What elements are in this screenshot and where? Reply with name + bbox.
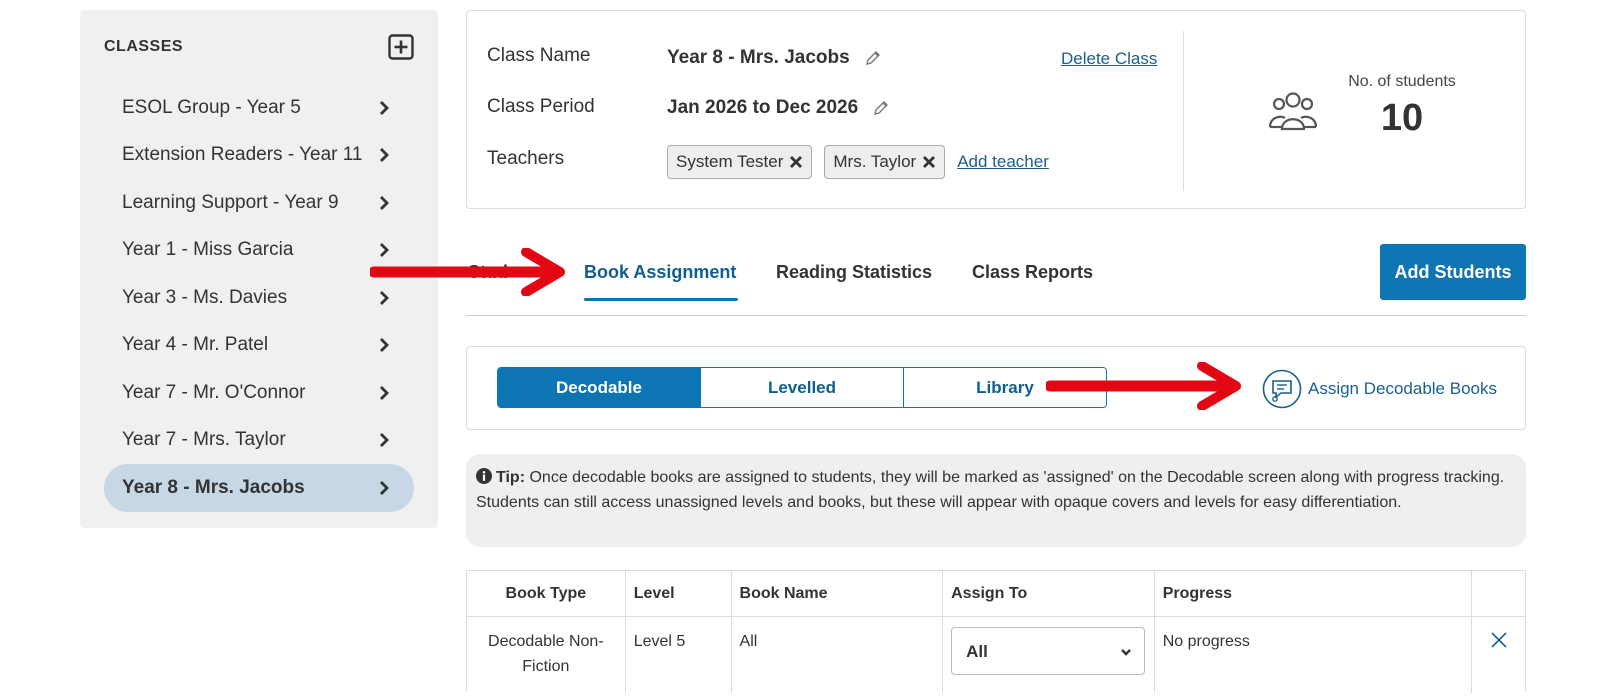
chevron-right-icon [380,480,389,495]
sidebar-item-year-8-mrs-jacobs[interactable]: Year 8 - Mrs. Jacobs [104,464,414,512]
delete-class-link[interactable]: Delete Class [1061,49,1157,69]
assign-to-select[interactable]: All [951,627,1146,675]
class-list: ESOL Group - Year 5 Extension Readers - … [104,84,414,512]
sidebar-item-label: ESOL Group - Year 5 [122,96,301,118]
chevron-right-icon [380,100,389,115]
chevron-down-icon [1121,649,1131,656]
tab-book-assignment[interactable]: Book Assignment [584,262,736,283]
tab-reading-statistics[interactable]: Reading Statistics [776,262,932,283]
sidebar-item-year-4-mr-patel[interactable]: Year 4 - Mr. Patel [104,322,414,370]
chevron-right-icon [380,148,389,163]
close-icon[interactable] [922,155,936,169]
annotation-arrow-icon [370,248,565,296]
book-type-segmented-control: Decodable Levelled Library [497,367,1107,408]
sidebar-item-year-3-ms-davies[interactable]: Year 3 - Ms. Davies [104,274,414,322]
assign-to-selected-value: All [966,641,988,661]
pencil-icon[interactable] [872,99,890,117]
assign-books-label: Assign Decodable Books [1307,379,1497,398]
tab-class-reports[interactable]: Class Reports [972,262,1093,283]
plus-square-icon[interactable] [388,34,414,60]
column-header-book-type: Book Type [505,584,587,602]
students-count-label: No. of students [1348,73,1456,90]
cell-book-type: Decodable Non-Fiction [488,633,604,675]
class-period-label: Class Period [487,96,595,117]
class-name-row: Year 8 - Mrs. Jacobs [667,47,882,69]
class-name-value: Year 8 - Mrs. Jacobs [667,47,850,68]
sidebar-title: CLASSES [104,38,184,55]
chevron-right-icon [380,338,389,353]
sidebar-item-year-7-mr-oconnor[interactable]: Year 7 - Mr. O'Connor [104,369,414,417]
pencil-icon[interactable] [864,49,882,67]
tip-text: Once decodable books are assigned to stu… [476,469,1505,511]
class-tabs: Stud Book Assignment Reading Statistics … [466,238,1526,316]
assign-books-icon [1262,369,1302,409]
class-period-row: Jan 2026 to Dec 2026 [667,97,890,119]
annotation-arrow-icon [1046,362,1241,410]
column-header-level: Level [624,571,731,616]
book-assignment-table: Book Type Level Book Name Assign To Prog… [466,570,1526,693]
segment-levelled[interactable]: Levelled [700,368,903,407]
students-count-value: 10 [1380,97,1424,139]
cell-book-name: All [730,617,943,693]
class-name-label: Class Name [487,45,591,66]
class-period-value: Jan 2026 to Dec 2026 [667,97,859,118]
teacher-chip-label: System Tester [676,152,784,171]
sidebar-item-label: Year 4 - Mr. Patel [122,334,269,356]
column-header-actions [1471,571,1525,616]
cell-level: Level 5 [624,617,731,693]
assign-decodable-books-button[interactable]: Assign Decodable Books [1262,369,1497,409]
sidebar-item-label: Year 1 - Miss Garcia [122,239,294,261]
active-tab-indicator [584,298,738,301]
sidebar-header: CLASSES [104,34,414,64]
table-row: Decodable Non-Fiction Level 5 All All No… [467,617,1525,693]
teachers-row: System Tester Mrs. Taylor Add teacher [667,145,1049,179]
book-type-panel: Decodable Levelled Library Assign Decoda… [466,346,1526,430]
chevron-right-icon [380,195,389,210]
column-header-assign-to: Assign To [942,571,1154,616]
sidebar-item-esol-group-year-5[interactable]: ESOL Group - Year 5 [104,84,414,132]
sidebar-item-extension-readers-year-11[interactable]: Extension Readers - Year 11 [104,132,414,180]
cell-actions [1471,617,1525,693]
sidebar-item-label: Year 7 - Mrs. Taylor [122,429,286,451]
add-teacher-link[interactable]: Add teacher [957,152,1049,172]
teacher-chip: System Tester [667,145,813,179]
close-icon[interactable] [789,155,803,169]
sidebar-item-year-7-mrs-taylor[interactable]: Year 7 - Mrs. Taylor [104,417,414,465]
sidebar-item-year-1-miss-garcia[interactable]: Year 1 - Miss Garcia [104,227,414,275]
info-divider [1183,31,1184,191]
add-students-button[interactable]: Add Students [1380,244,1526,300]
students-group-icon [1268,92,1318,131]
class-info-card: Class Name Year 8 - Mrs. Jacobs Delete C… [466,10,1526,209]
info-icon [476,468,492,484]
sidebar-item-label: Year 7 - Mr. O'Connor [122,381,306,403]
chevron-right-icon [380,385,389,400]
teachers-label: Teachers [487,148,565,169]
cell-assign-to: All [942,617,1154,693]
table-header-row: Book Type Level Book Name Assign To Prog… [467,571,1525,617]
sidebar-item-learning-support-year-9[interactable]: Learning Support - Year 9 [104,179,414,227]
column-header-book-name: Book Name [730,571,943,616]
chevron-right-icon [380,433,389,448]
teacher-chip-label: Mrs. Taylor [833,152,917,171]
tip-label: Tip: [496,469,526,486]
column-header-progress: Progress [1153,571,1471,616]
sidebar-item-label: Learning Support - Year 9 [122,191,339,213]
sidebar-item-label: Extension Readers - Year 11 [122,144,363,166]
cell-progress: No progress [1153,617,1471,693]
tip-box: Tip: Once decodable books are assigned t… [466,454,1526,547]
close-icon[interactable] [1490,631,1508,649]
teacher-chip: Mrs. Taylor [824,145,946,179]
sidebar-item-label: Year 3 - Ms. Davies [122,286,288,308]
segment-decodable[interactable]: Decodable [498,368,700,407]
sidebar-item-label: Year 8 - Mrs. Jacobs [122,476,305,498]
